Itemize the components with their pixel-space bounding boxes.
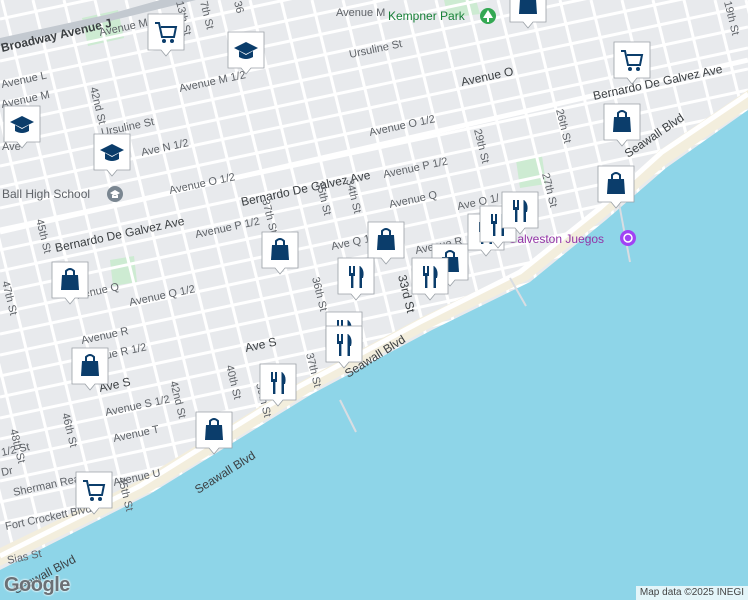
grocery-pin[interactable]: [613, 41, 651, 85]
galveston-juegos-label: Galveston Juegos: [508, 232, 604, 246]
kempner-park-label: Kempner Park: [388, 9, 466, 23]
amusement-icon: [620, 230, 636, 246]
street-label: Avenue M: [336, 7, 385, 19]
school-pin[interactable]: [3, 105, 41, 149]
ball-high-label: Ball High School: [2, 187, 90, 201]
school-pin[interactable]: [93, 133, 131, 177]
shopping-pin[interactable]: [261, 231, 299, 275]
shopping-pin[interactable]: [71, 347, 109, 391]
shopping-pin[interactable]: [603, 103, 641, 147]
shopping-pin[interactable]: [597, 165, 635, 209]
grocery-pin[interactable]: [75, 471, 113, 515]
map-attribution[interactable]: Map data ©2025 INEGI: [635, 586, 748, 600]
google-logo: Google: [4, 574, 70, 596]
restaurant-pin[interactable]: [259, 363, 297, 407]
restaurant-pin[interactable]: [411, 257, 449, 301]
shopping-icon: [519, 0, 537, 14]
shopping-pin[interactable]: [195, 411, 233, 455]
shopping-pin[interactable]: [51, 261, 89, 305]
restaurant-pin[interactable]: [501, 191, 539, 235]
school-pin[interactable]: [227, 31, 265, 75]
restaurant-pin[interactable]: [337, 257, 375, 301]
grocery-pin[interactable]: [147, 13, 185, 57]
restaurant-pin[interactable]: [325, 325, 363, 369]
map-canvas[interactable]: Broadway Avenue J Avenue M Avenue M 1/ A…: [0, 0, 748, 600]
